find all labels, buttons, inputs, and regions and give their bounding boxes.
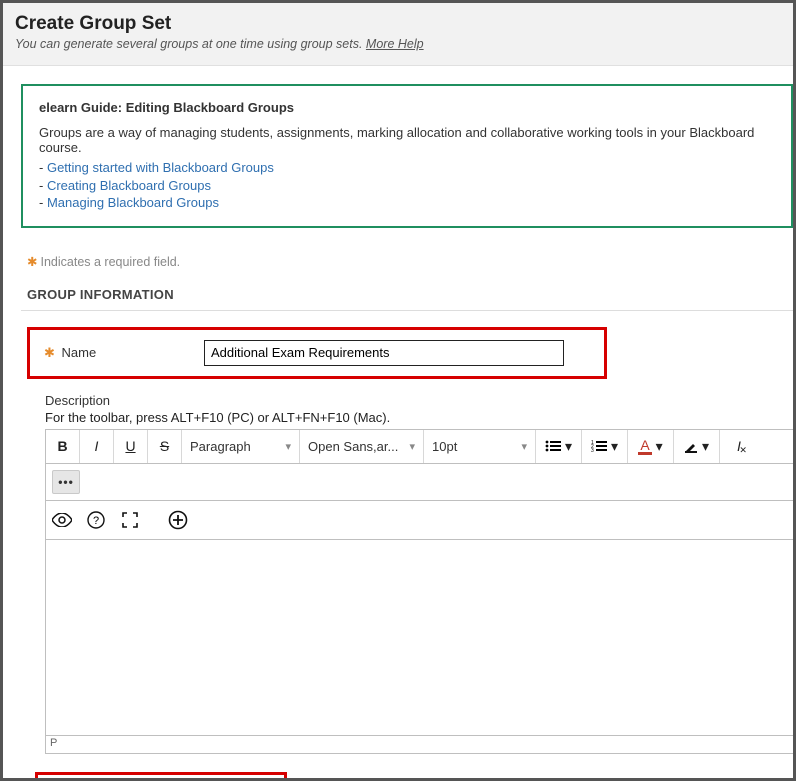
description-editor[interactable] xyxy=(45,540,793,736)
font-family-select[interactable]: Open Sans,ar... ▾ xyxy=(300,430,424,463)
bullet-list-button[interactable]: ▾ xyxy=(536,430,582,463)
clear-formatting-button[interactable]: I✕ xyxy=(720,430,758,463)
page-subtitle: You can generate several groups at one t… xyxy=(15,37,781,51)
name-input[interactable] xyxy=(204,340,564,366)
section-title-group-info: GROUP INFORMATION xyxy=(27,287,793,302)
description-label: Description xyxy=(45,393,793,408)
chevron-down-icon: ▾ xyxy=(656,438,663,455)
strikethrough-button[interactable]: S xyxy=(148,430,182,463)
asterisk-icon: ✱ xyxy=(44,345,55,360)
add-content-button[interactable] xyxy=(166,508,190,532)
fullscreen-icon[interactable] xyxy=(118,508,142,532)
asterisk-icon: ✱ xyxy=(27,255,37,269)
svg-text:?: ? xyxy=(93,515,99,527)
chevron-down-icon: ▾ xyxy=(409,440,415,453)
chevron-down-icon: ▾ xyxy=(565,438,572,455)
required-indicator-note: ✱Indicates a required field. xyxy=(27,254,793,269)
text-color-button[interactable]: A ▾ xyxy=(628,430,674,463)
svg-text:3: 3 xyxy=(591,448,594,452)
page-title: Create Group Set xyxy=(15,13,781,35)
bold-button[interactable]: B xyxy=(46,430,80,463)
visibility-option-yes: Yes xyxy=(370,778,391,781)
guide-title: elearn Guide: Editing Blackboard Groups xyxy=(39,100,775,115)
guide-panel: elearn Guide: Editing Blackboard Groups … xyxy=(21,84,793,228)
guide-link-getting-started[interactable]: Getting started with Blackboard Groups xyxy=(47,160,274,175)
chevron-down-icon: ▾ xyxy=(702,438,709,455)
help-icon[interactable]: ? xyxy=(84,508,108,532)
toolbar-hint: For the toolbar, press ALT+F10 (PC) or A… xyxy=(45,410,793,425)
section-divider xyxy=(21,310,793,311)
guide-link-managing[interactable]: Managing Blackboard Groups xyxy=(47,195,219,210)
name-field-row: ✱ Name xyxy=(27,327,607,379)
rich-text-toolbar: B I U S Paragraph ▾ Open Sans,ar... ▾ 10… xyxy=(45,429,793,540)
visibility-option-no: No xyxy=(316,778,333,781)
chevron-down-icon: ▾ xyxy=(521,440,527,453)
paragraph-style-select[interactable]: Paragraph ▾ xyxy=(182,430,300,463)
font-size-select[interactable]: 10pt ▾ xyxy=(424,430,536,463)
underline-button[interactable]: U xyxy=(114,430,148,463)
guide-intro: Groups are a way of managing students, a… xyxy=(39,125,775,155)
page-header: Create Group Set You can generate severa… xyxy=(3,3,793,66)
chevron-down-icon: ▾ xyxy=(285,440,291,453)
more-tools-button[interactable]: ••• xyxy=(52,470,80,494)
editor-status-path: P xyxy=(45,736,793,754)
highlight-color-button[interactable]: ▾ xyxy=(674,430,720,463)
more-help-link[interactable]: More Help xyxy=(366,37,424,51)
guide-link-creating[interactable]: Creating Blackboard Groups xyxy=(47,178,211,193)
preview-icon[interactable] xyxy=(50,508,74,532)
italic-button[interactable]: I xyxy=(80,430,114,463)
numbered-list-button[interactable]: 123 ▾ xyxy=(582,430,628,463)
chevron-down-icon: ▾ xyxy=(611,438,618,455)
visibility-field: ✱ Group is visible to students xyxy=(35,772,287,781)
name-label: Name xyxy=(62,345,97,360)
